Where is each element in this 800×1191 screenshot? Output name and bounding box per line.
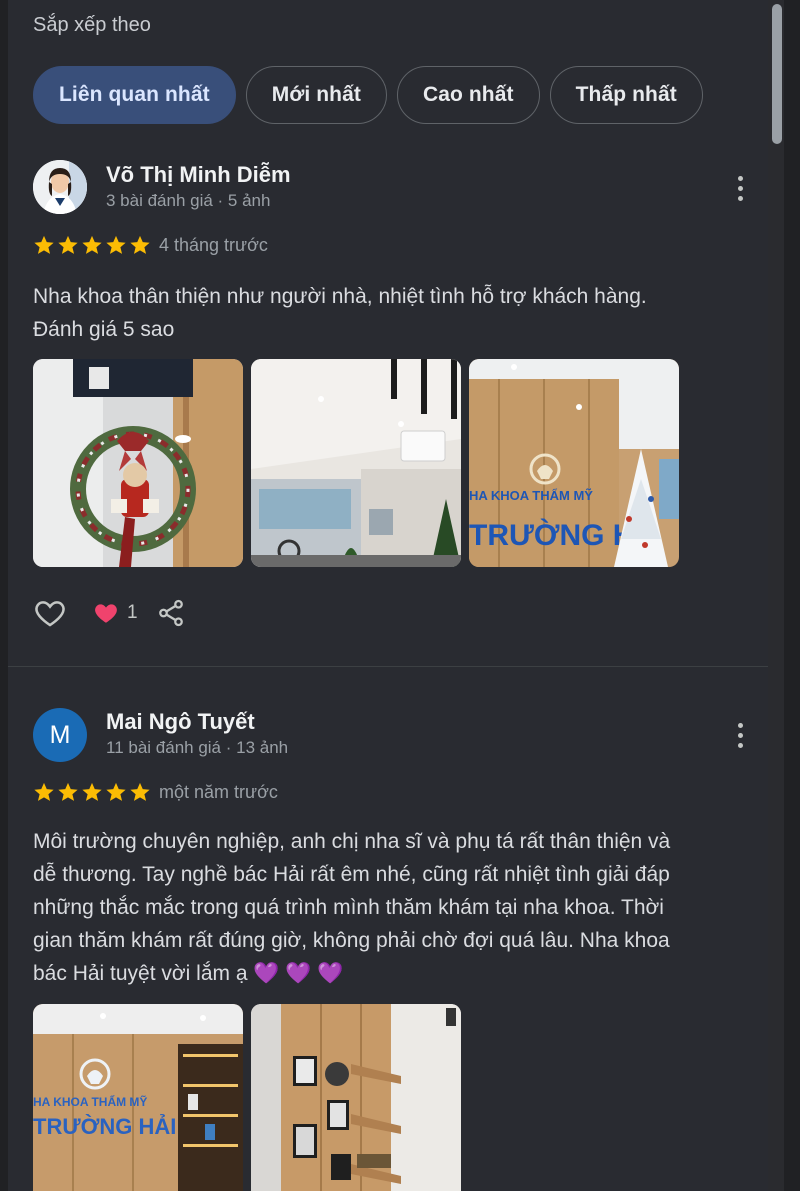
reviewer-name[interactable]: Võ Thị Minh Diễm [106,162,291,188]
scrollbar-thumb[interactable] [772,4,782,144]
review-text-line: Môi trường chuyên nghiệp, anh chị nha sĩ… [33,830,671,853]
sort-chips: Liên quan nhất Mới nhất Cao nhất Thấp nh… [33,66,703,124]
reviewer-meta: 11 bài đánh giá · 13 ảnh [106,738,289,757]
review-text-line: bác Hải tuyệt vời lắm ạ 💜 💜 💜 [33,962,344,985]
star-icon [58,235,78,254]
review-text-line: dễ thương. Tay nghề bác Hải rất êm nhé, … [33,863,670,886]
more-options-button[interactable] [730,170,750,206]
star-icon [82,782,102,801]
review-text: Nha khoa thân thiện như người nhà, nhiệt… [33,280,743,346]
review-divider [8,666,784,667]
star-icon [34,235,54,254]
sort-chip-lowest[interactable]: Thấp nhất [549,66,703,124]
clinic-sign-text: HA KHOA THẨM MỸ [469,488,593,503]
review-text-line: gian thăm khám rất đúng giờ, không phải … [33,929,670,952]
review-text: Môi trường chuyên nghiệp, anh chị nha sĩ… [33,825,743,990]
reviewer-photo [33,160,87,214]
share-icon[interactable] [156,598,186,628]
review-time: một năm trước [159,782,278,802]
review-text-line: Đánh giá 5 sao [33,318,175,341]
sort-chip-most-relevant[interactable]: Liên quan nhất [33,66,236,124]
more-options-button[interactable] [730,717,750,753]
heart-reaction-icon [95,604,117,623]
sort-chip-newest[interactable]: Mới nhất [245,66,387,124]
sort-chip-highest[interactable]: Cao nhất [396,66,540,124]
scrollbar[interactable] [768,0,784,1191]
like-heart-icon[interactable] [33,596,67,630]
review-photo-interior[interactable] [251,359,461,567]
sort-label: Sắp xếp theo [33,14,151,36]
avatar[interactable] [33,160,87,214]
reaction-count: 1 [127,602,138,623]
reviewer-meta: 3 bài đánh giá · 5 ảnh [106,191,271,210]
star-icon [130,235,150,254]
star-icon [34,782,54,801]
review-photos: HA KHOA THẨM MỸ TRƯỜNG HẢI [33,1004,461,1191]
star-icon [82,235,102,254]
review-photo-wall[interactable] [251,1004,461,1191]
review-photo-wreath[interactable] [33,359,243,567]
review-text-line: Nha khoa thân thiện như người nhà, nhiệt… [33,285,647,308]
review-photo-reception[interactable]: HA KHOA THẨM MỸ TRƯỜNG HẢI [33,1004,243,1191]
star-icon [106,782,126,801]
star-rating [33,234,151,256]
star-rating [33,781,151,803]
review-actions: 1 [33,596,186,630]
reviews-panel: Sắp xếp theo Liên quan nhất Mới nhất Cao… [8,0,784,1191]
reviewer-name[interactable]: Mai Ngô Tuyết [106,709,255,735]
review-time: 4 tháng trước [159,235,268,255]
avatar[interactable]: M [33,708,87,762]
star-icon [58,782,78,801]
clinic-sign-text: TRƯỜNG HẢI [33,1114,176,1139]
review-text-line: những thắc mắc trong quá trình mình thăm… [33,896,664,919]
star-icon [106,235,126,254]
clinic-sign-text: HA KHOA THẨM MỸ [33,1094,147,1109]
review-photos: HA KHOA THẨM MỸ TRƯỜNG HẢ [33,359,679,567]
review-photo-sign[interactable]: HA KHOA THẨM MỸ TRƯỜNG HẢ [469,359,679,567]
star-icon [130,782,150,801]
